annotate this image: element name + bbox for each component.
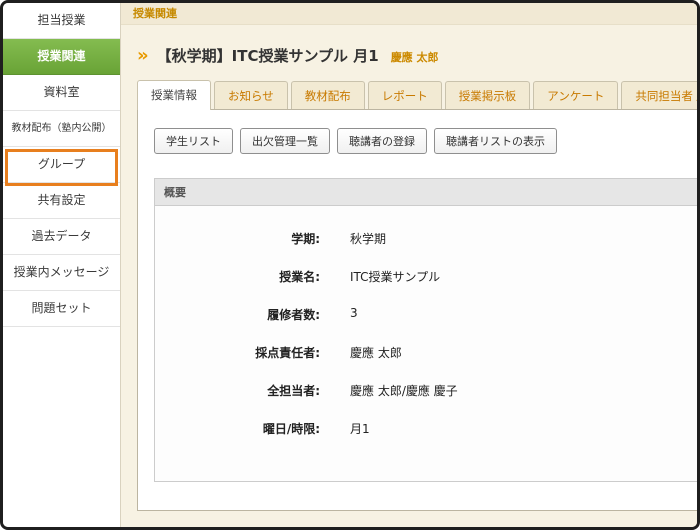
field-label: 授業名:: [155, 268, 320, 285]
sidebar-item-class-messages[interactable]: 授業内メッセージ: [3, 255, 120, 291]
field-value: 慶應 太郎: [350, 344, 402, 361]
action-button-row: 学生リスト 出欠管理一覧 聴講者の登録 聴講者リストの表示: [154, 128, 700, 154]
breadcrumb: 授業関連: [121, 3, 700, 25]
field-value: 3: [350, 306, 358, 323]
title-row: » 【秋学期】ITC授業サンプル 月1 慶應 太郎: [121, 25, 700, 80]
sidebar-item-material-distribution[interactable]: 教材配布（塾内公開）: [3, 111, 120, 147]
field-label: 履修者数:: [155, 306, 320, 323]
auditor-list-button[interactable]: 聴講者リストの表示: [434, 128, 557, 154]
tab-report[interactable]: レポート: [368, 81, 442, 109]
tab-survey[interactable]: アンケート: [533, 81, 618, 109]
sidebar-item-group[interactable]: グループ: [3, 147, 120, 183]
field-value: 慶應 太郎/慶應 慶子: [350, 382, 458, 399]
main-area: 授業関連 » 【秋学期】ITC授業サンプル 月1 慶應 太郎 授業情報 お知らせ…: [121, 3, 700, 527]
field-value: 月1: [350, 420, 370, 437]
tab-material-distribution[interactable]: 教材配布: [291, 81, 365, 109]
tab-news[interactable]: お知らせ: [214, 81, 288, 109]
field-row-enrolled-count: 履修者数: 3: [155, 306, 700, 323]
page-title: 【秋学期】ITC授業サンプル 月1: [157, 45, 379, 66]
student-list-button[interactable]: 学生リスト: [154, 128, 233, 154]
sidebar-item-question-set[interactable]: 問題セット: [3, 291, 120, 327]
sidebar-item-share-settings[interactable]: 共有設定: [3, 183, 120, 219]
attendance-list-button[interactable]: 出欠管理一覧: [240, 128, 330, 154]
field-value: 秋学期: [350, 230, 386, 247]
tab-class-info[interactable]: 授業情報: [137, 80, 211, 110]
sidebar-item-past-data[interactable]: 過去データ: [3, 219, 120, 255]
overview-section-header: 概要: [155, 179, 700, 206]
overview-section-body: 学期: 秋学期 授業名: ITC授業サンプル 履修者数: 3 採点責任者: 慶應…: [155, 206, 700, 481]
field-row-semester: 学期: 秋学期: [155, 230, 700, 247]
overview-section: 概要 学期: 秋学期 授業名: ITC授業サンプル 履修者数: 3: [154, 178, 700, 482]
sidebar-item-materials-room[interactable]: 資料室: [3, 75, 120, 111]
sidebar-item-assigned-classes[interactable]: 担当授業: [3, 3, 120, 39]
field-label: 曜日/時限:: [155, 420, 320, 437]
field-value: ITC授業サンプル: [350, 268, 440, 285]
field-row-day-period: 曜日/時限: 月1: [155, 420, 700, 437]
field-row-all-instructors: 全担当者: 慶應 太郎/慶應 慶子: [155, 382, 700, 399]
tab-bar: 授業情報 お知らせ 教材配布 レポート 授業掲示板 アンケート 共同担当者 / …: [121, 80, 700, 109]
field-label: 学期:: [155, 230, 320, 247]
app-window: 担当授業 授業関連 資料室 教材配布（塾内公開） グループ 共有設定 過去データ…: [0, 0, 700, 530]
sidebar: 担当授業 授業関連 資料室 教材配布（塾内公開） グループ 共有設定 過去データ…: [3, 3, 121, 527]
auditor-register-button[interactable]: 聴講者の登録: [337, 128, 427, 154]
sidebar-item-class-related[interactable]: 授業関連: [3, 39, 120, 75]
field-label: 採点責任者:: [155, 344, 320, 361]
tab-class-board[interactable]: 授業掲示板: [445, 81, 531, 109]
content-panel: 学生リスト 出欠管理一覧 聴講者の登録 聴講者リストの表示 概要 学期: 秋学期…: [137, 109, 700, 511]
field-label: 全担当者:: [155, 382, 320, 399]
tab-co-instructors[interactable]: 共同担当者 / 授業補助者: [621, 81, 700, 109]
chevron-right-icon: »: [137, 47, 149, 65]
field-row-grading-supervisor: 採点責任者: 慶應 太郎: [155, 344, 700, 361]
field-row-class-name: 授業名: ITC授業サンプル: [155, 268, 700, 285]
instructor-name: 慶應 太郎: [391, 49, 439, 65]
